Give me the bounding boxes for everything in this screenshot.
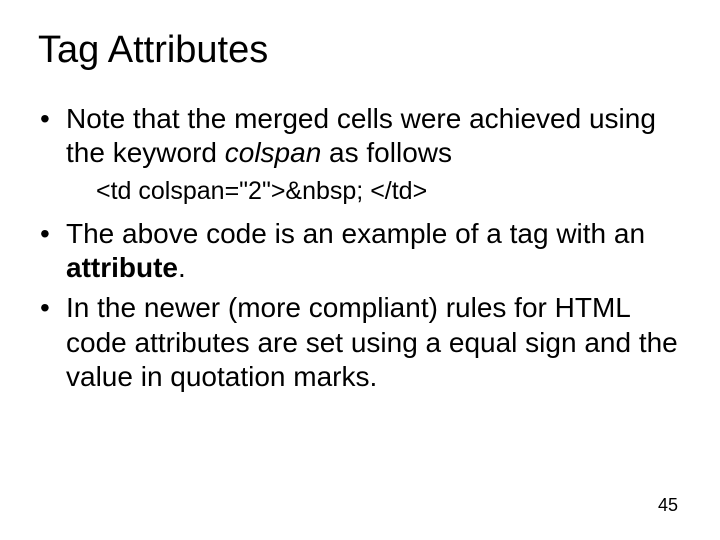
bullet2-text-a: The above code is an example of a tag wi… [66, 218, 645, 249]
bullet-item-3: In the newer (more compliant) rules for … [38, 291, 682, 393]
page-number: 45 [658, 495, 678, 516]
bullet-item-1: Note that the merged cells were achieved… [38, 102, 682, 170]
slide: Tag Attributes Note that the merged cell… [0, 0, 720, 540]
bullet3-text: In the newer (more compliant) rules for … [66, 292, 678, 391]
bullet-item-2: The above code is an example of a tag wi… [38, 217, 682, 285]
bullet-list: Note that the merged cells were achieved… [38, 102, 682, 170]
bullet1-italic: colspan [225, 137, 322, 168]
bullet1-text-b: as follows [321, 137, 452, 168]
bullet-list-2: The above code is an example of a tag wi… [38, 217, 682, 394]
bullet2-text-b: . [178, 252, 186, 283]
code-line: <td colspan="2">&nbsp; </td> [38, 176, 682, 207]
slide-title: Tag Attributes [38, 28, 682, 74]
bullet2-bold: attribute [66, 252, 178, 283]
